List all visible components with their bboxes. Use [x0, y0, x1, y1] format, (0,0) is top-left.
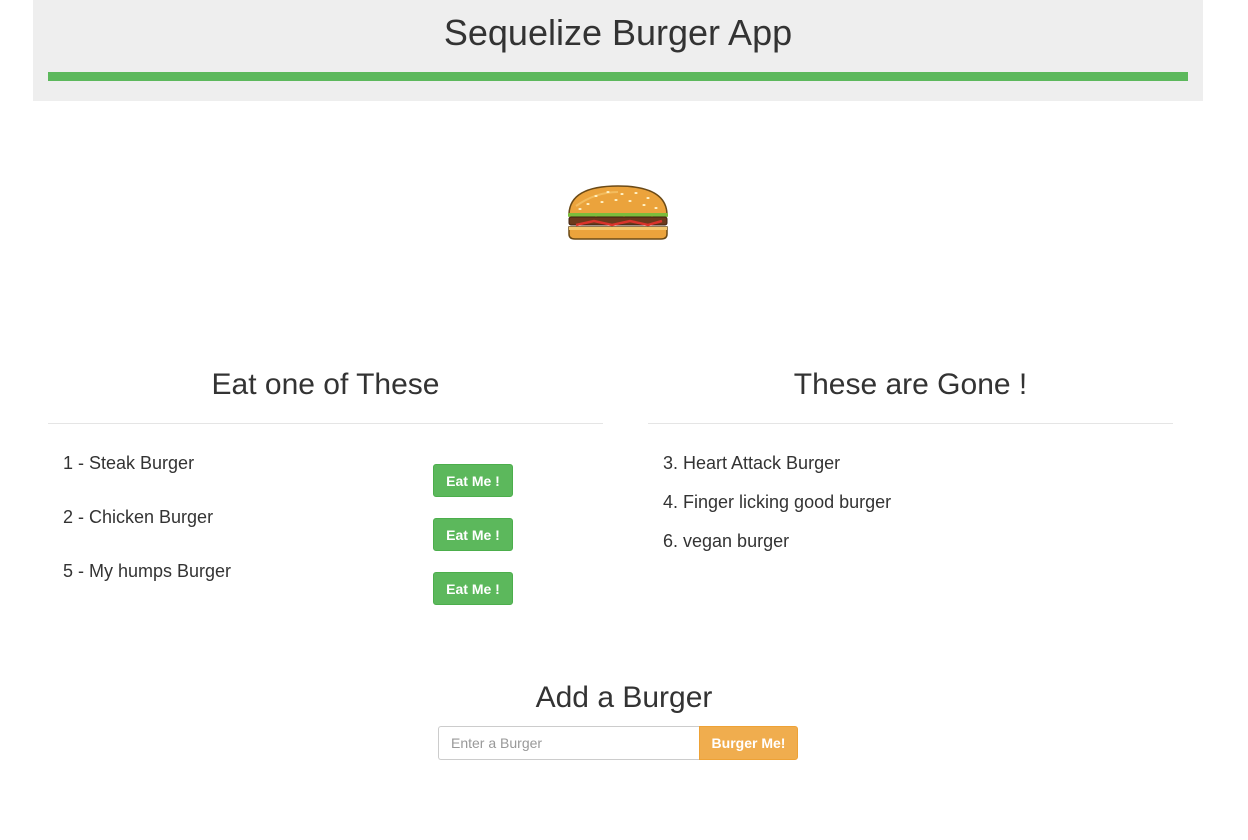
burger-name: 2 - Chicken Burger — [63, 507, 214, 527]
burger-name: 5 - My humps Burger — [63, 561, 232, 581]
uneaten-divider — [48, 423, 603, 424]
page-title: Sequelize Burger App — [443, 12, 793, 53]
uneaten-heading: Eat one of These — [211, 368, 440, 401]
header-accent-bar — [48, 72, 1188, 81]
burger-name: 1 - Steak Burger — [63, 453, 195, 473]
hamburger-icon — [568, 185, 668, 240]
eat-me-button[interactable]: Eat Me ! — [433, 518, 513, 551]
burger-me-button[interactable]: Burger Me! — [699, 726, 798, 760]
devoured-heading: These are Gone ! — [793, 368, 1028, 401]
eat-me-button[interactable]: Eat Me ! — [433, 572, 513, 605]
header-jumbotron: Sequelize Burger App — [33, 0, 1203, 101]
devoured-divider — [648, 423, 1173, 424]
eat-me-button[interactable]: Eat Me ! — [433, 464, 513, 497]
list-item: 6. vegan burger — [663, 531, 790, 551]
list-item: 4. Finger licking good burger — [663, 492, 892, 512]
burger-name-input[interactable] — [438, 726, 699, 760]
add-burger-form: Burger Me! — [438, 726, 798, 760]
add-burger-heading: Add a Burger — [535, 681, 713, 714]
list-item: 3. Heart Attack Burger — [663, 453, 841, 473]
